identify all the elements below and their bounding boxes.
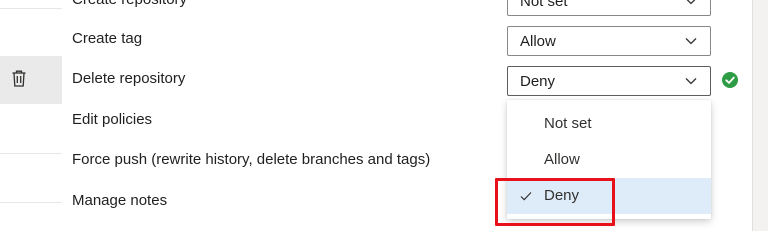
permission-label-edit-policies: Edit policies bbox=[72, 111, 153, 128]
option-label: Allow bbox=[544, 151, 580, 168]
permissions-panel: Create repository Create tag Delete repo… bbox=[0, 0, 768, 231]
option-label: Not set bbox=[544, 115, 592, 132]
chevron-down-icon bbox=[685, 77, 697, 85]
permission-select-delete-repository[interactable]: Deny bbox=[507, 66, 711, 96]
gutter-divider bbox=[0, 8, 62, 9]
permission-label-create-tag: Create tag bbox=[72, 30, 143, 47]
select-value: Allow bbox=[520, 33, 556, 50]
gutter-divider bbox=[0, 202, 62, 203]
permission-label-delete-repository: Delete repository bbox=[72, 70, 186, 87]
checkmark-icon bbox=[520, 190, 532, 202]
check-circle-icon bbox=[722, 72, 738, 88]
dropdown-option-deny[interactable]: Deny bbox=[507, 178, 711, 214]
dropdown-option-allow[interactable]: Allow bbox=[507, 142, 711, 178]
chevron-down-icon bbox=[685, 0, 697, 5]
permission-dropdown-menu: Not set Allow Deny bbox=[507, 100, 711, 219]
option-label: Deny bbox=[544, 187, 580, 204]
select-value: Not set bbox=[520, 0, 568, 10]
permission-select-create-tag[interactable]: Allow bbox=[507, 26, 711, 56]
permission-label-create-repository: Create repository bbox=[72, 0, 187, 9]
select-value: Deny bbox=[520, 73, 556, 90]
chevron-down-icon bbox=[685, 37, 697, 45]
permission-select-create-repository[interactable]: Not set bbox=[507, 0, 711, 16]
dropdown-option-not-set[interactable]: Not set bbox=[507, 106, 711, 142]
selected-row-gutter bbox=[0, 56, 62, 104]
gutter-divider bbox=[0, 153, 62, 154]
row-gutter bbox=[0, 0, 62, 231]
scroll-strip bbox=[752, 0, 768, 231]
permission-label-force-push: Force push (rewrite history, delete bran… bbox=[72, 151, 431, 168]
trash-icon[interactable] bbox=[11, 69, 27, 87]
permission-label-manage-notes: Manage notes bbox=[72, 192, 168, 209]
